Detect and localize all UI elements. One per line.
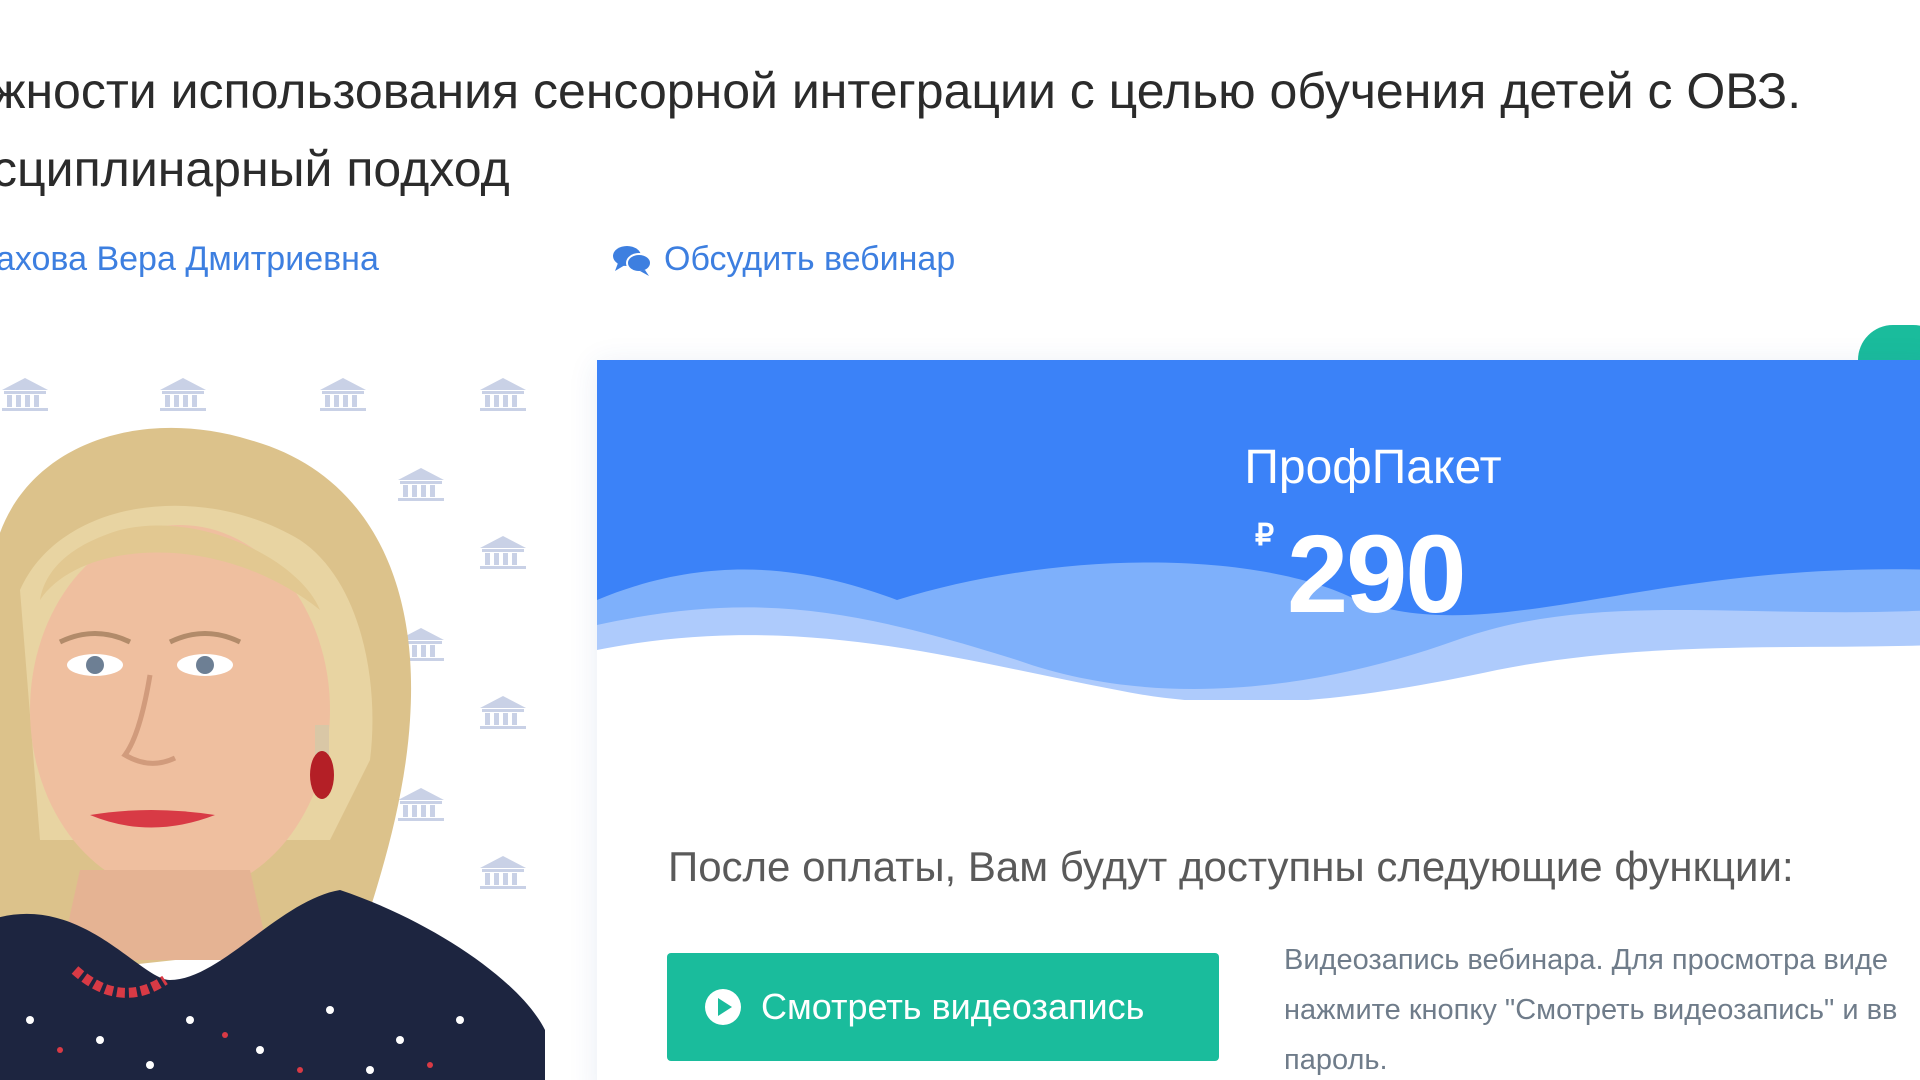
institution-logo-icon — [2, 378, 48, 411]
discuss-webinar-label: Обсудить вебинар — [664, 240, 956, 278]
watch-recording-description: Видеозапись вебинара. Для просмотра виде… — [1284, 935, 1920, 1080]
webinar-title-line-1: жности использования сенсорной интеграци… — [0, 63, 1802, 119]
discuss-webinar-link[interactable]: Обсудить вебинар — [612, 240, 955, 279]
author-photo — [0, 330, 545, 1080]
plan-name: ПрофПакет — [1244, 441, 1502, 494]
watch-recording-label: Смотреть видеозапись — [761, 986, 1145, 1027]
watch-recording-button[interactable]: Смотреть видеозапись — [667, 953, 1219, 1061]
description-line: пароль. — [1284, 1044, 1388, 1076]
wave-decoration — [597, 562, 1920, 700]
institution-logo-icon — [160, 378, 206, 411]
currency-symbol: ₽ — [1255, 519, 1275, 552]
description-line: нажмите кнопку "Смотреть видеозапись" и … — [1284, 994, 1898, 1026]
features-heading: После оплаты, Вам будут доступны следующ… — [668, 843, 1794, 890]
pricing-card-header: ПрофПакет ₽ 290 — [597, 360, 1920, 700]
webinar-page: жности использования сенсорной интеграци… — [0, 0, 1920, 1080]
author-link[interactable]: ахова Вера Дмитриевна — [0, 240, 379, 279]
description-line: Видеозапись вебинара. Для просмотра виде — [1284, 944, 1889, 976]
plan-price: 290 — [1287, 513, 1467, 636]
webinar-title-line-2: сциплинарный подход — [0, 141, 510, 197]
comments-icon — [613, 245, 652, 276]
institution-logo-icon — [480, 378, 526, 411]
institution-logo-icon — [320, 378, 366, 411]
play-circle-icon — [705, 989, 741, 1025]
author-portrait — [0, 427, 545, 1080]
webinar-title: жности использования сенсорной интеграци… — [0, 52, 1912, 208]
